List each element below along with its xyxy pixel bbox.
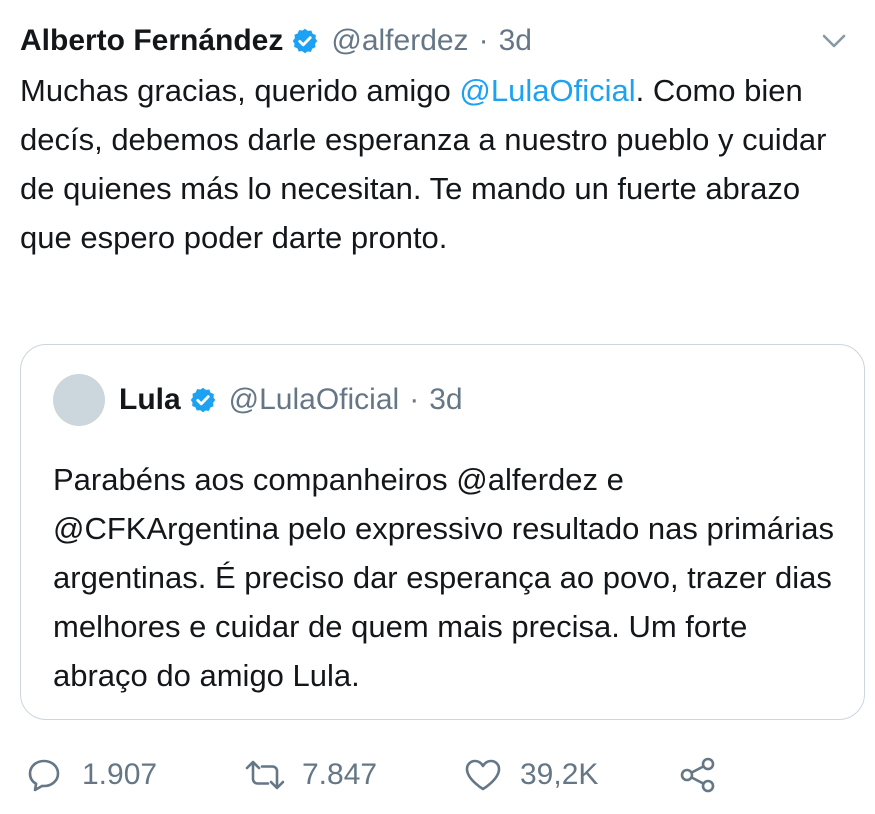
share-icon <box>680 757 715 793</box>
retweet-button[interactable]: 7.847 <box>242 750 377 800</box>
like-button[interactable]: 39,2K <box>462 750 598 800</box>
reply-button[interactable]: 1.907 <box>24 750 157 800</box>
quoted-tweet-card[interactable]: Lula @LulaOficial · 3d Parabéns aos comp… <box>20 344 865 720</box>
tweet-timestamp[interactable]: 3d <box>499 24 532 58</box>
tweet-actions-bar: 1.907 7.847 39,2K <box>20 750 855 800</box>
reply-icon <box>28 759 60 792</box>
tweet-text-before: Muchas gracias, querido amigo <box>20 73 460 108</box>
quoted-tweet-header: Lula @LulaOficial · 3d <box>53 373 463 427</box>
chevron-down-icon[interactable] <box>821 30 847 52</box>
mention-link[interactable]: @LulaOficial <box>459 73 635 108</box>
quoted-timestamp[interactable]: 3d <box>429 383 462 417</box>
like-count: 39,2K <box>520 758 599 791</box>
verified-badge-icon <box>190 387 215 413</box>
tweet-text: Muchas gracias, querido amigo @LulaOfici… <box>20 66 855 262</box>
separator-dot: · <box>409 383 420 416</box>
author-handle[interactable]: @alferdez <box>331 24 468 58</box>
quoted-tweet-text: Parabéns aos companheiros @alferdez e @C… <box>53 462 834 693</box>
quoted-author-handle[interactable]: @LulaOficial <box>229 383 400 417</box>
retweet-count: 7.847 <box>302 758 378 791</box>
quoted-author-name[interactable]: Lula <box>119 383 181 417</box>
verified-badge-icon <box>293 28 318 54</box>
tweet-header: Alberto Fernández @alferdez · 3d <box>20 20 855 62</box>
heart-icon <box>465 759 501 791</box>
avatar[interactable] <box>53 374 105 426</box>
retweet-icon <box>245 760 285 790</box>
share-button[interactable] <box>677 750 719 800</box>
reply-count: 1.907 <box>82 758 158 791</box>
separator-dot: · <box>478 24 489 57</box>
author-name[interactable]: Alberto Fernández <box>20 24 283 58</box>
